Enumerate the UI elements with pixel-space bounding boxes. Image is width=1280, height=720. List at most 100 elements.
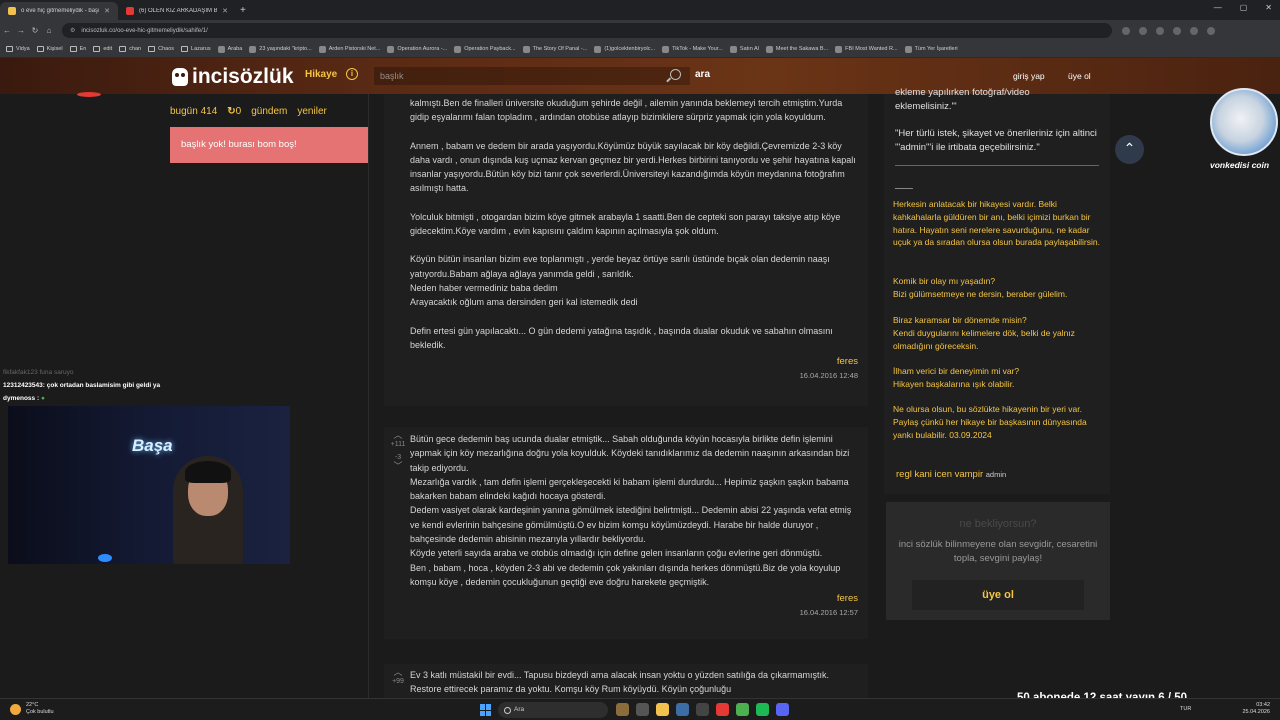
- minimize-icon[interactable]: —: [1214, 3, 1222, 12]
- extension-icon[interactable]: [1139, 26, 1147, 35]
- browser-tab[interactable]: o eve hiç gitmemeliydik - başı ✕: [0, 2, 118, 20]
- youtube-favicon-icon: [126, 7, 134, 15]
- site-logo[interactable]: incisözlük: [172, 65, 294, 89]
- agenda-link[interactable]: gündem: [251, 106, 287, 117]
- entry-date[interactable]: 16.04.2016 12:48: [384, 371, 868, 380]
- entry-paragraph: Defin ertesi gün yapılacaktı... O gün de…: [410, 325, 833, 350]
- entry-date[interactable]: 16.04.2016 12:57: [384, 608, 868, 617]
- app-icon[interactable]: [696, 703, 709, 716]
- bookmark-item[interactable]: Lazarus: [181, 46, 211, 52]
- entry-author[interactable]: feres: [384, 356, 868, 367]
- upvote-icon[interactable]: ︿: [388, 668, 408, 677]
- bookmark-item[interactable]: Operation Aurora -...: [387, 45, 448, 53]
- bookmark-label: Operation Aurora -...: [397, 46, 448, 52]
- bookmark-item[interactable]: The Story Of Panal -...: [522, 45, 587, 53]
- bookmark-item[interactable]: Kişisel: [36, 46, 63, 52]
- windows-start-icon[interactable]: [480, 704, 492, 716]
- bookmark-item[interactable]: edit: [93, 46, 112, 52]
- app-icon[interactable]: [636, 703, 649, 716]
- app-icon[interactable]: [656, 703, 669, 716]
- site-info-icon[interactable]: ⚙: [70, 27, 75, 34]
- moderator-name[interactable]: regl kani icen vampir: [896, 469, 983, 480]
- app-icon[interactable]: [756, 703, 769, 716]
- upvote-icon[interactable]: ︿: [388, 431, 408, 440]
- close-tab-icon[interactable]: ✕: [222, 7, 228, 15]
- bookmark-item[interactable]: (1)golcektenbiryolc...: [594, 45, 655, 53]
- entry: ︿ +111 -3 ﹀ Bütün gece dedemin baş ucund…: [384, 427, 868, 639]
- search-icon[interactable]: [670, 69, 681, 80]
- chevron-up-icon: ⌃: [1123, 140, 1136, 156]
- url-text: incisozluk.co/oo-eve-hic-gitmemeliydik/s…: [81, 27, 208, 34]
- promo-signup-button[interactable]: üye ol: [912, 580, 1084, 610]
- bookmark-item[interactable]: Operation Payback...: [454, 45, 516, 53]
- extension-icon[interactable]: [1190, 26, 1198, 35]
- app-icon[interactable]: [736, 703, 749, 716]
- bookmark-item[interactable]: Arden Pistorski Net...: [318, 45, 380, 53]
- chat-line: dymenoss : ●: [3, 392, 160, 405]
- app-icon[interactable]: [776, 703, 789, 716]
- entry: kalmıştı.Ben de finalleri üniversite oku…: [384, 94, 868, 406]
- info-icon[interactable]: i: [346, 68, 358, 80]
- today-link[interactable]: bugün 414: [170, 106, 217, 117]
- maximize-icon[interactable]: ▢: [1240, 3, 1248, 12]
- bookmark-item[interactable]: Meet the Sakawa B...: [765, 45, 828, 53]
- browser-tab[interactable]: (6) ÖLEN KIZ ARKADAŞIM BANA ✕: [118, 2, 236, 20]
- back-icon[interactable]: ←: [0, 26, 14, 35]
- search-input[interactable]: [374, 67, 690, 85]
- entry-body: Ev 3 katlı müstakil bir evdi... Tapusu b…: [384, 664, 868, 697]
- bookmark-item[interactable]: Tüm Yer İşaretleri: [904, 45, 958, 53]
- new-tab-button[interactable]: +: [240, 5, 246, 16]
- extension-icon[interactable]: [1207, 26, 1215, 35]
- search-button[interactable]: ara: [695, 69, 710, 80]
- weather-temp: 22°C: [26, 702, 39, 708]
- bookmark-item[interactable]: chan: [119, 46, 141, 52]
- clock-date: 25.04.2026: [1242, 709, 1270, 715]
- info-paragraph: Herkesin anlatacak bir hikayesi vardır. …: [893, 199, 1100, 248]
- weather-widget[interactable]: 22°C Çok bulutlu: [10, 702, 54, 716]
- bookmark-label: chan: [129, 46, 142, 52]
- extension-icon[interactable]: [1156, 26, 1164, 35]
- separator-text: ____: [895, 180, 913, 189]
- url-field[interactable]: ⚙ incisozluk.co/oo-eve-hic-gitmemeliydik…: [62, 23, 1112, 38]
- scroll-to-top-button[interactable]: ⌃: [1115, 135, 1144, 164]
- forward-icon[interactable]: →: [14, 26, 28, 35]
- section-link-hikaye[interactable]: Hikaye: [305, 69, 337, 80]
- taskbar-apps: [616, 703, 789, 716]
- app-icon[interactable]: [716, 703, 729, 716]
- bookmark-item[interactable]: En: [69, 46, 86, 52]
- home-icon[interactable]: ⌂: [42, 26, 56, 35]
- chat-line: 12312423543: çok ortadan baslamisim gibi…: [3, 379, 160, 392]
- info-paragraph: Ne olursa olsun, bu sözlükte hikayenin b…: [893, 404, 1087, 440]
- bookmark-label: 23 yaşındaki "kripto...: [259, 46, 312, 52]
- bookmark-item[interactable]: Araba: [217, 45, 242, 53]
- system-clock[interactable]: 03:42 25.04.2026: [1242, 702, 1270, 716]
- new-link[interactable]: yeniler: [297, 106, 326, 117]
- extension-icon[interactable]: [1122, 26, 1130, 35]
- close-window-icon[interactable]: ✕: [1265, 3, 1272, 12]
- bookmark-item[interactable]: Chaos: [148, 46, 174, 52]
- folder-icon: [36, 46, 44, 52]
- extension-icon[interactable]: [1173, 26, 1181, 35]
- reload-icon[interactable]: ↻: [28, 26, 42, 35]
- language-indicator[interactable]: TUR: [1180, 706, 1191, 712]
- login-link[interactable]: giriş yap: [1013, 71, 1045, 81]
- signup-link[interactable]: üye ol: [1068, 71, 1091, 81]
- close-tab-icon[interactable]: ✕: [104, 7, 110, 15]
- bookmark-item[interactable]: Satın Al: [729, 45, 759, 53]
- streamer-hair: [185, 461, 231, 483]
- downvote-icon[interactable]: ﹀: [388, 462, 408, 471]
- app-icon[interactable]: [676, 703, 689, 716]
- weather-icon: [10, 704, 21, 715]
- bookmark-item[interactable]: Vidya: [6, 46, 30, 52]
- bookmark-item[interactable]: TikTok - Make Your...: [662, 45, 723, 53]
- cursor-highlight: [77, 92, 101, 97]
- app-icon[interactable]: [616, 703, 629, 716]
- taskbar-search[interactable]: Ara: [498, 702, 608, 718]
- entry-author[interactable]: feres: [384, 593, 868, 604]
- bookmark-favicon-icon: [904, 45, 912, 53]
- webcam-overlay: Başa: [8, 406, 290, 564]
- bookmark-item[interactable]: FBI Most Wanted R...: [835, 45, 898, 53]
- bookmark-label: Kişisel: [46, 46, 63, 52]
- refresh-control[interactable]: ↻0: [227, 106, 241, 117]
- bookmark-item[interactable]: 23 yaşındaki "kripto...: [249, 45, 312, 53]
